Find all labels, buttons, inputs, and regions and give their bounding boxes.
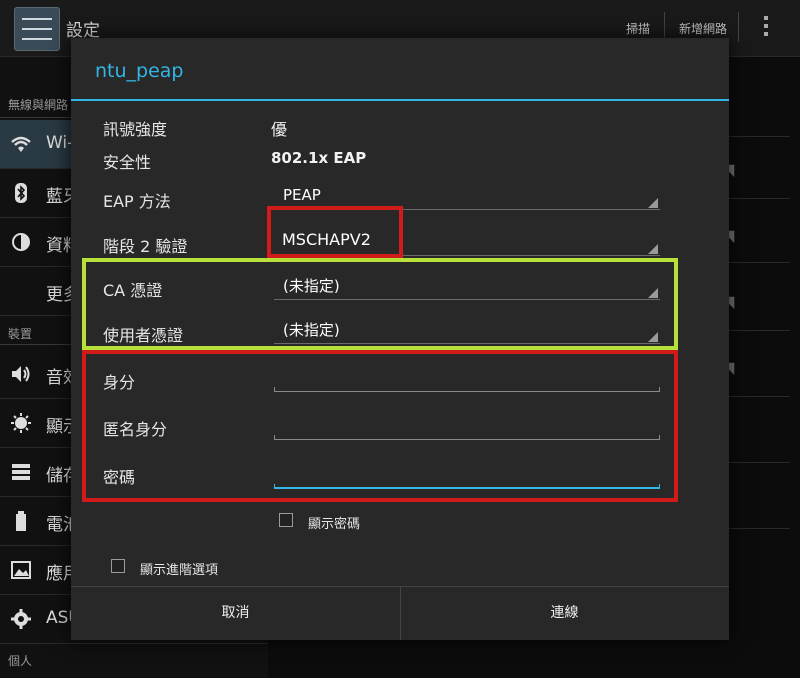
show-password-checkbox[interactable]: 顯示密碼 — [279, 511, 399, 532]
phase2-auth-label: 階段 2 驗證 — [103, 237, 188, 256]
certificate-highlight-box — [82, 258, 678, 350]
display-icon — [10, 412, 32, 434]
show-password-label: 顯示密碼 — [308, 517, 361, 532]
apps-icon — [10, 559, 32, 581]
sidebar-item-label: Wi- — [46, 133, 74, 153]
bluetooth-icon — [10, 182, 32, 204]
security-value: 802.1x EAP — [271, 149, 367, 167]
asus-gear-icon — [10, 608, 32, 630]
show-advanced-checkbox[interactable]: 顯示進階選項 — [111, 557, 251, 578]
checkbox-box — [111, 559, 125, 573]
dropdown-arrow-icon — [648, 198, 658, 208]
settings-app-icon[interactable] — [14, 7, 60, 51]
dialog-title: ntu_peap — [95, 60, 184, 82]
storage-icon — [10, 461, 32, 483]
scan-button[interactable]: 掃描 — [626, 20, 650, 37]
phase2-highlight-box — [267, 206, 403, 258]
signal-strength-value: 優 — [271, 120, 288, 139]
connect-button[interactable]: 連線 — [400, 587, 729, 640]
show-advanced-label: 顯示進階選項 — [140, 563, 219, 578]
dropdown-arrow-icon — [648, 244, 658, 254]
security-label: 安全性 — [103, 153, 152, 172]
action-divider — [738, 12, 739, 42]
section-header-personal: 個人 — [8, 654, 33, 668]
eap-method-label: EAP 方法 — [103, 192, 171, 211]
add-network-button[interactable]: 新增網路 — [679, 20, 727, 37]
title-divider — [71, 99, 729, 101]
wifi-icon — [10, 133, 32, 155]
section-header-wireless: 無線與網路 — [8, 98, 69, 112]
sound-icon — [10, 363, 32, 385]
overflow-menu-icon[interactable] — [764, 16, 770, 40]
cancel-button[interactable]: 取消 — [71, 587, 400, 640]
data-usage-icon — [10, 231, 32, 253]
eap-method-value: PEAP — [283, 186, 321, 204]
battery-icon — [10, 510, 32, 532]
section-header-device: 裝置 — [8, 327, 33, 341]
checkbox-box — [279, 513, 293, 527]
signal-strength-label: 訊號強度 — [103, 120, 168, 139]
credentials-highlight-box — [82, 350, 678, 502]
